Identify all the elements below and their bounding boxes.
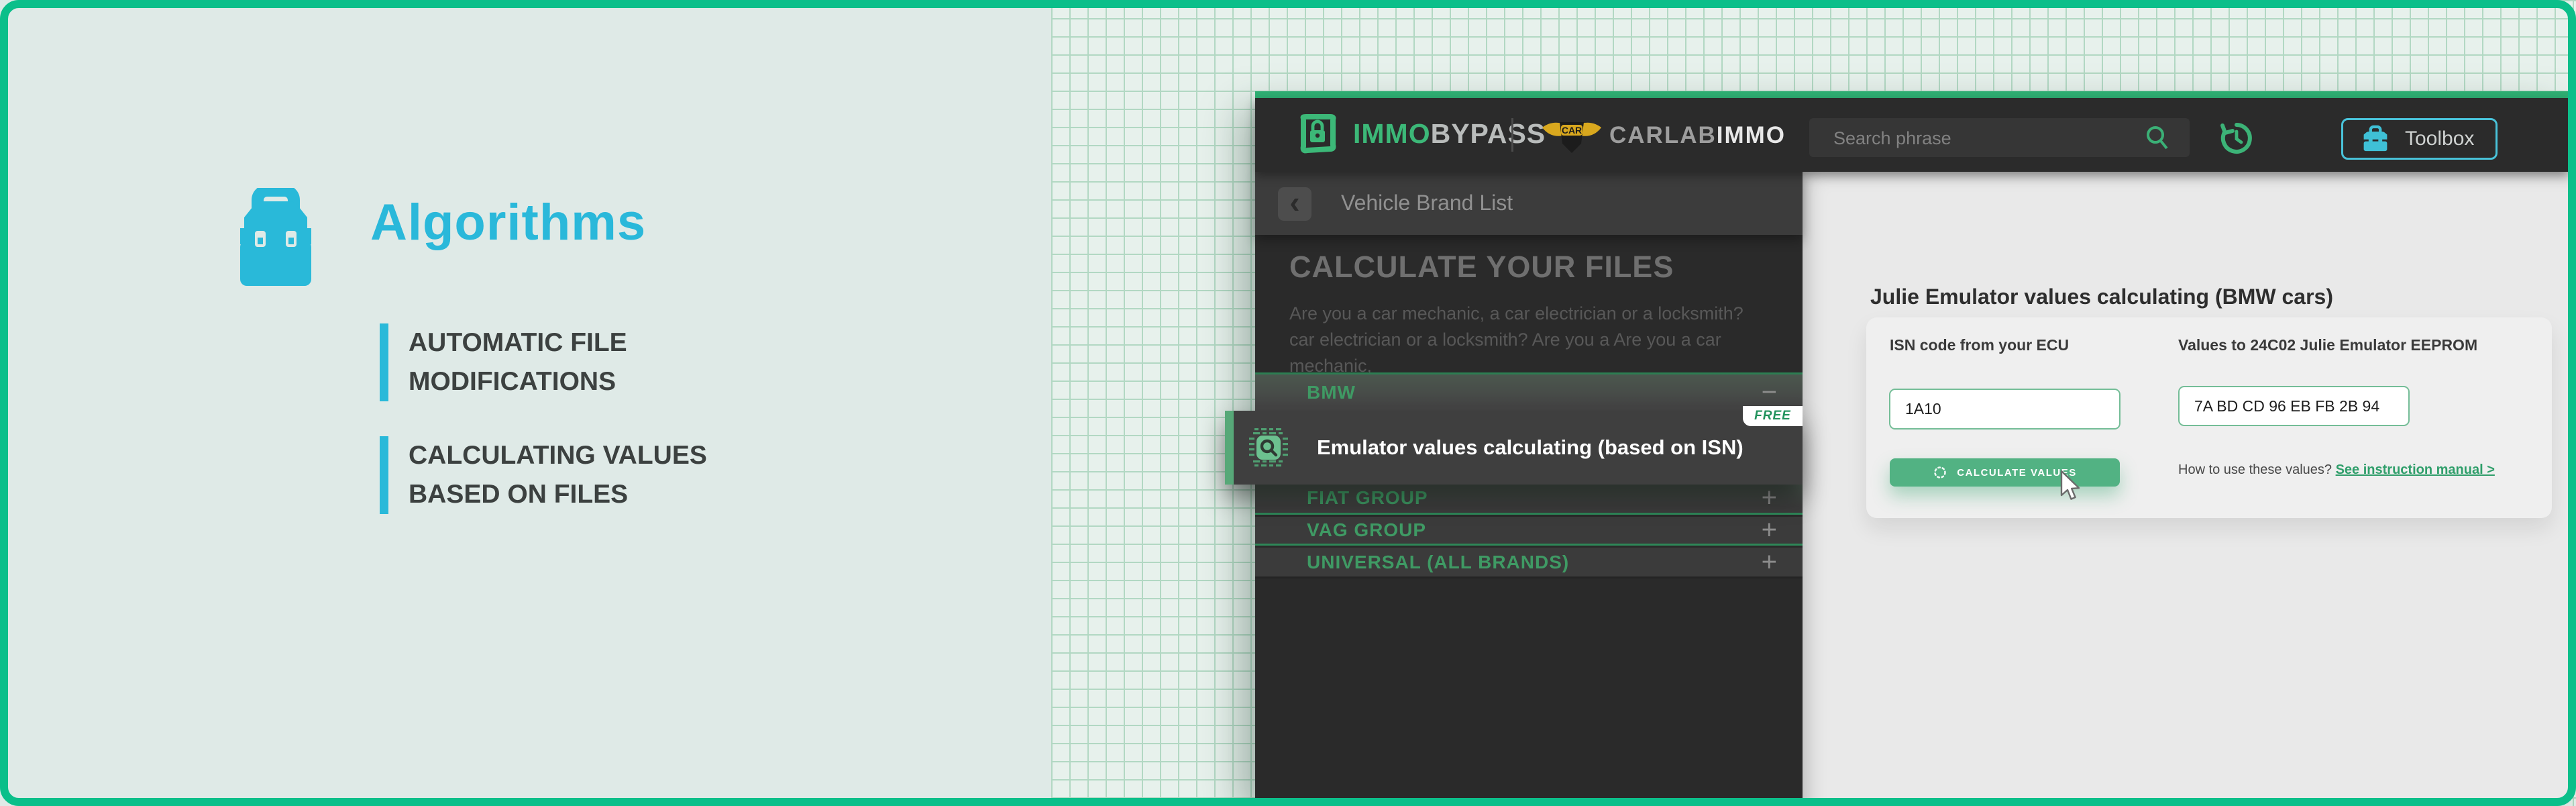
- immobypass-logo-icon: [1297, 113, 1338, 160]
- brand-bypass: BYPASS: [1431, 118, 1546, 149]
- history-icon[interactable]: [2219, 121, 2254, 159]
- group-label: FIAT GROUP: [1307, 487, 1428, 509]
- eeprom-label: Values to 24C02 Julie Emulator EEPROM: [2178, 336, 2477, 354]
- spinner-icon: [1933, 465, 1947, 480]
- instruction-manual-link[interactable]: See instruction manual >: [2336, 462, 2495, 477]
- accordion-group-universal[interactable]: UNIVERSAL (ALL BRANDS) +: [1255, 548, 1803, 578]
- brand-carlab: CARLAB: [1609, 122, 1717, 148]
- immobypass-wordmark: IMMOBYPASS: [1353, 118, 1546, 150]
- accordion-group-fiat[interactable]: FIAT GROUP +: [1255, 483, 1803, 515]
- calculate-values-button[interactable]: CALCULATE VALUES: [1890, 458, 2120, 487]
- accordion-group-bmw[interactable]: BMW −: [1255, 372, 1803, 411]
- isn-input[interactable]: [1889, 389, 2121, 430]
- marketing-banner: Algorithms AUTOMATIC FILE MODIFICATIONS …: [0, 0, 2576, 806]
- app-header: IMMOBYPASS CAR CARLABIMMO: [1255, 98, 2568, 172]
- page-title: Julie Emulator values calculating (BMW c…: [1870, 285, 2333, 309]
- bullet-2-line-2: BASED ON FILES: [409, 475, 707, 514]
- app-top-accent: [1255, 91, 2568, 98]
- vehicle-brand-list-bar: ‹ Vehicle Brand List: [1255, 172, 1803, 235]
- sidebar-subtitle-line-2: car electrician or a locksmith? Are you …: [1289, 327, 1803, 379]
- search-box: [1809, 118, 2190, 157]
- hero-title: Algorithms: [370, 193, 646, 252]
- algorithm-item-emulator-values[interactable]: Emulator values calculating (based on IS…: [1225, 411, 1803, 485]
- hero-bullet-1: AUTOMATIC FILE MODIFICATIONS: [380, 323, 627, 401]
- help-row: How to use these values? See instruction…: [2178, 462, 2495, 478]
- content-panel: Julie Emulator values calculating (BMW c…: [1803, 172, 2568, 798]
- group-label: VAG GROUP: [1307, 519, 1426, 541]
- bullet-bar: [380, 436, 388, 514]
- active-item-accent-bar: [1225, 411, 1234, 485]
- accordion-group-vag[interactable]: VAG GROUP +: [1255, 517, 1803, 546]
- calculate-files-sidebar: CALCULATE YOUR FILES Are you a car mecha…: [1255, 235, 1803, 798]
- toolbox-button-label: Toolbox: [2405, 128, 2474, 150]
- bullet-1-line-1: AUTOMATIC FILE: [409, 323, 627, 362]
- bullet-1-line-2: MODIFICATIONS: [409, 362, 627, 401]
- back-button[interactable]: ‹: [1278, 187, 1311, 221]
- isn-label: ISN code from your ECU: [1890, 336, 2069, 354]
- mouse-cursor: [2057, 470, 2083, 507]
- brand-immo: IMMO: [1353, 118, 1431, 149]
- help-text: How to use these values?: [2178, 462, 2332, 477]
- expand-icon[interactable]: +: [1762, 515, 1777, 546]
- search-icon[interactable]: [2144, 124, 2171, 154]
- app-window: IMMOBYPASS CAR CARLABIMMO: [1255, 91, 2568, 798]
- chip-magnifier-icon: [1248, 427, 1289, 472]
- bullet-bar: [380, 323, 388, 401]
- sidebar-subtitle-line-1: Are you a car mechanic, a car electricia…: [1289, 301, 1803, 327]
- collapse-icon[interactable]: −: [1762, 378, 1777, 408]
- bullet-2-line-1: CALCULATING VALUES: [409, 436, 707, 475]
- sidebar-subtitle: Are you a car mechanic, a car electricia…: [1289, 301, 1803, 379]
- eeprom-output[interactable]: [2178, 386, 2410, 426]
- calculator-card: ISN code from your ECU Values to 24C02 J…: [1866, 317, 2552, 518]
- hero-bullet-2: CALCULATING VALUES BASED ON FILES: [380, 436, 707, 514]
- group-label: UNIVERSAL (ALL BRANDS): [1307, 552, 1569, 573]
- brand-carlab-immo: IMMO: [1717, 122, 1786, 148]
- group-label: BMW: [1307, 382, 1356, 403]
- search-input[interactable]: [1832, 118, 2130, 158]
- carlabimmo-wordmark: CARLABIMMO: [1609, 122, 1786, 149]
- expand-icon[interactable]: +: [1762, 547, 1777, 577]
- free-badge-label: FREE: [1754, 409, 1791, 423]
- toolbox-icon: [2361, 125, 2390, 153]
- nav-title: Vehicle Brand List: [1341, 191, 1513, 215]
- free-badge: FREE: [1743, 406, 1803, 426]
- algorithm-item-title: Emulator values calculating (based on IS…: [1317, 436, 1743, 460]
- carlab-badge-icon: CAR: [1540, 114, 1604, 162]
- expand-icon[interactable]: +: [1762, 483, 1777, 513]
- sidebar-heading: CALCULATE YOUR FILES: [1289, 250, 1674, 285]
- header-divider: [1511, 118, 1513, 152]
- toolbox-button[interactable]: Toolbox: [2341, 118, 2498, 160]
- svg-text:CAR: CAR: [1562, 125, 1582, 136]
- toolbox-hero-icon: [236, 188, 315, 289]
